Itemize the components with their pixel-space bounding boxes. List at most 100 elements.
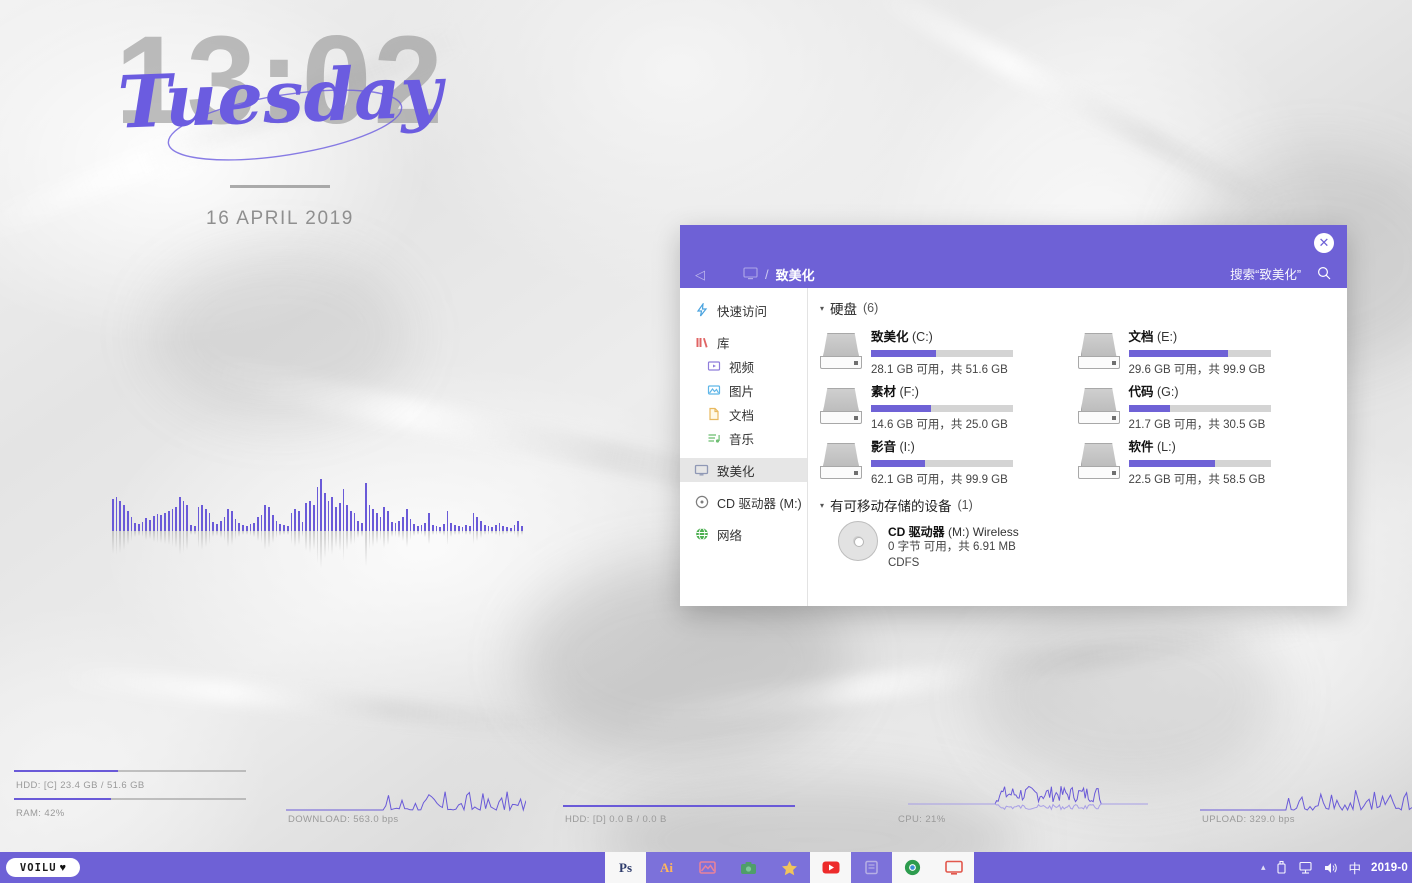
taskbar-photoshop-icon[interactable]: Ps — [605, 852, 646, 883]
drive-item[interactable]: 致美化 (C:) 28.1 GB 可用，共 51.6 GB — [820, 324, 1078, 379]
ime-indicator[interactable]: 中 — [1348, 858, 1361, 877]
monitor-fill — [14, 769, 119, 772]
wallpaper-fold — [60, 663, 560, 739]
sidebar-item-8[interactable]: 网络 — [680, 522, 807, 546]
visualizer-reflection-bar — [305, 531, 308, 552]
drive-usage-bar — [1128, 405, 1271, 412]
drive-body — [823, 443, 859, 467]
drive-item[interactable]: 软件 (L:) 22.5 GB 可用，共 58.5 GB — [1077, 434, 1336, 489]
drive-item[interactable]: 代码 (G:) 21.7 GB 可用，共 30.5 GB — [1077, 379, 1336, 434]
visualizer-reflection-bar — [454, 531, 456, 536]
volume-icon[interactable] — [1323, 861, 1338, 875]
group-count: (6) — [863, 301, 879, 315]
drive-usage-fill — [871, 460, 925, 467]
visualizer-reflection-bar — [290, 531, 293, 544]
visualizer-reflection-bar — [450, 531, 453, 537]
cd-title: CD 驱动器 (M:) Wireless — [888, 523, 1019, 540]
drive-info: 素材 (F:) 14.6 GB 可用，共 25.0 GB — [871, 381, 1078, 432]
search-icon[interactable] — [1301, 266, 1347, 283]
visualizer-reflection-bar — [186, 531, 189, 550]
sidebar-item-4[interactable]: 文档 — [680, 402, 807, 426]
visualizer-bar — [268, 507, 270, 531]
drive-item[interactable]: 素材 (F:) 14.6 GB 可用，共 25.0 GB — [820, 379, 1078, 434]
visualizer-reflection-bar — [435, 531, 438, 535]
file-explorer-window[interactable]: ✕ ◁ / 致美化 快速访问库视频图片文档音乐致美化CD 驱动器 (M:)网络 — [680, 225, 1347, 606]
sidebar-item-1[interactable]: 库 — [680, 330, 807, 354]
sidebar-item-0[interactable]: 快速访问 — [680, 298, 807, 322]
taskbar-clock[interactable]: 2019-0 — [1371, 862, 1408, 874]
visualizer-bar — [368, 505, 371, 531]
visualizer-bar — [405, 509, 408, 531]
visualizer-reflection-bar — [257, 531, 259, 542]
visualizer-bar — [219, 521, 222, 531]
navigation-sidebar[interactable]: 快速访问库视频 图片 文档 音乐致美化 CD 驱动器 (M:) 网络 — [680, 288, 808, 606]
visualizer-reflection-bar — [115, 531, 118, 556]
cd-free-space: 0 字节 可用，共 6.91 MB — [888, 541, 1016, 553]
visualizer-reflection-bar — [219, 531, 222, 539]
taskbar[interactable]: VOILU ♥ Ps Ai ▴ 中 2019-0 — [0, 852, 1412, 883]
taskbar-apps[interactable]: Ps Ai — [605, 852, 974, 883]
drive-letter: (E:) — [1157, 330, 1178, 344]
search-area[interactable] — [1071, 266, 1347, 283]
taskbar-notes-icon[interactable] — [851, 852, 892, 883]
download-sparkline — [286, 791, 526, 812]
breadcrumb-current[interactable]: 致美化 — [776, 265, 815, 284]
visualizer-reflection-bar — [123, 531, 125, 550]
back-arrow-icon[interactable]: ◁ — [680, 267, 720, 283]
taskbar-youtube-icon[interactable] — [810, 852, 851, 883]
visualizer-bar — [342, 489, 345, 531]
visualizer-bar — [376, 513, 378, 531]
desktop-clock-widget: 13:02 Tuesday 16 APRIL 2019 — [100, 18, 460, 229]
taskbar-explorer-icon[interactable] — [933, 852, 974, 883]
taskbar-camera-icon[interactable] — [728, 852, 769, 883]
taskbar-illustrator-icon[interactable]: Ai — [646, 852, 687, 883]
visualizer-reflection-bar — [167, 531, 170, 546]
drive-label-text: 素材 — [871, 385, 897, 399]
visualizer-reflection-bar — [138, 531, 140, 537]
monitor-cpu: CPU: 21% — [898, 782, 1148, 825]
sidebar-item-6[interactable]: 致美化 — [680, 458, 807, 482]
chevron-down-icon[interactable]: ▾ — [820, 304, 824, 313]
sidebar-item-3[interactable]: 图片 — [680, 378, 807, 402]
removable-device-item[interactable]: CD 驱动器 (M:) Wireless 0 字节 可用，共 6.91 MB C… — [838, 521, 1335, 571]
taskbar-chrome-icon[interactable] — [892, 852, 933, 883]
start-button[interactable]: VOILU ♥ — [6, 858, 80, 877]
visualizer-bar — [398, 521, 401, 531]
visualizer-reflection-bar — [394, 531, 397, 537]
chevron-down-icon[interactable]: ▾ — [820, 501, 824, 510]
wallpaper-shadow — [980, 600, 1280, 790]
visualizer-reflection-bar — [461, 531, 464, 534]
visualizer-bar — [390, 522, 393, 531]
group-header-removable[interactable]: ▾ 有可移动存储的设备 (1) — [820, 495, 1335, 515]
network-icon[interactable] — [1298, 861, 1313, 875]
visualizer-reflection-bar — [227, 531, 229, 547]
drive-item[interactable]: 文档 (E:) 29.6 GB 可用，共 99.9 GB — [1077, 324, 1336, 379]
visualizer-reflection-bar — [446, 531, 449, 546]
visualizer-bar — [350, 511, 352, 531]
visualizer-reflection-bar — [238, 531, 241, 537]
usb-icon[interactable] — [1275, 860, 1288, 875]
drive-info: 代码 (G:) 21.7 GB 可用，共 30.5 GB — [1128, 381, 1336, 432]
visualizer-reflection-bar — [483, 531, 486, 536]
drive-name: 文档 (E:) — [1129, 326, 1328, 345]
chevron-up-icon[interactable]: ▴ — [1261, 862, 1266, 873]
visualizer-reflection-bar — [175, 531, 177, 549]
taskbar-snipaste-icon[interactable] — [687, 852, 728, 883]
taskbar-favorites-icon[interactable] — [769, 852, 810, 883]
sidebar-item-5[interactable]: 音乐 — [680, 426, 807, 450]
group-header-disks[interactable]: ▾ 硬盘 (6) — [820, 298, 1335, 318]
visualizer-bar — [450, 523, 453, 531]
search-input[interactable] — [1071, 267, 1301, 282]
system-tray[interactable]: ▴ 中 2019-0 — [1261, 852, 1412, 883]
visualizer-reflection-bar — [431, 531, 434, 536]
close-icon[interactable]: ✕ — [1314, 233, 1334, 253]
visualizer-reflection-bar — [439, 531, 441, 534]
drive-body — [823, 388, 859, 412]
drive-item[interactable]: 影音 (I:) 62.1 GB 可用，共 99.9 GB — [820, 434, 1078, 489]
visualizer-bar — [290, 513, 293, 531]
sidebar-item-2[interactable]: 视频 — [680, 354, 807, 378]
drive-body — [1080, 333, 1117, 357]
sidebar-item-7[interactable]: CD 驱动器 (M:) — [680, 490, 807, 514]
visualizer-bars — [112, 476, 523, 531]
breadcrumb[interactable]: / 致美化 — [743, 265, 815, 284]
